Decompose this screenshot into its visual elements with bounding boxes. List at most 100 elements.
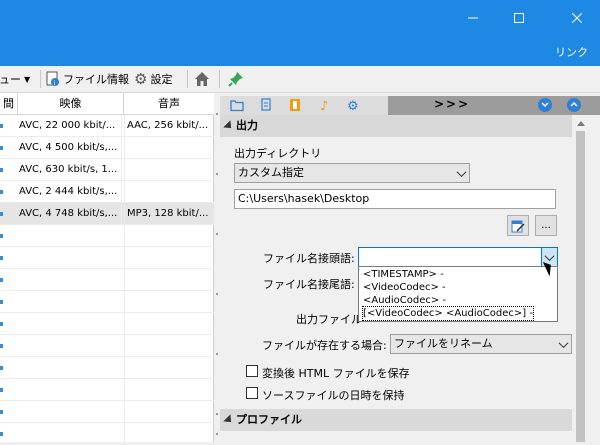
chevron-down-icon xyxy=(541,102,549,108)
row-marker xyxy=(0,190,3,194)
column-divider xyxy=(124,115,125,442)
toolbar: ビュー ▼ i ファイル情報 ⚙ 設定 xyxy=(0,66,600,93)
maximize-icon xyxy=(514,13,524,23)
music-note-icon[interactable]: ♪ xyxy=(318,98,332,112)
output-dir-label: 出力ディレクトリ xyxy=(234,147,322,160)
empty-row xyxy=(0,357,214,379)
home-icon xyxy=(195,72,209,86)
chevron-down-icon xyxy=(453,164,469,182)
file-exists-label: ファイルが存在する場合: xyxy=(262,339,387,352)
file-info-label: ファイル情報 xyxy=(63,73,129,86)
empty-row xyxy=(0,291,214,313)
output-dir-path-value: C:\Users\hasek\Desktop xyxy=(238,192,370,205)
maximize-button[interactable] xyxy=(496,0,542,36)
video-cell: AVC, 4 748 kbit/s,... xyxy=(18,203,122,225)
profile-section-header[interactable]: プロファイル xyxy=(220,409,572,431)
title-bar xyxy=(0,0,600,36)
column-header-duration[interactable]: 間 xyxy=(0,93,18,115)
edit-document-icon xyxy=(511,220,525,232)
file-exists-select[interactable]: ファイルをリネーム xyxy=(390,334,572,354)
dropdown-option[interactable]: <VideoCodec> - xyxy=(363,281,446,294)
row-marker xyxy=(0,212,3,216)
scroll-up-icon[interactable] xyxy=(577,121,585,126)
svg-text:⚙: ⚙ xyxy=(347,99,359,112)
file-info-icon: i xyxy=(46,71,59,87)
link-menu[interactable]: リンク xyxy=(555,44,588,60)
close-button[interactable] xyxy=(554,0,600,36)
column-header-audio[interactable]: 音声 xyxy=(124,93,214,115)
keep-date-checkbox[interactable] xyxy=(246,387,258,399)
empty-row xyxy=(0,225,214,247)
dropdown-option[interactable]: <TIMESTAMP> - xyxy=(363,268,444,281)
collapse-triangle-icon xyxy=(223,120,235,132)
panel-tab-strip: ♪ ⚙ >>> xyxy=(220,93,600,115)
prefix-select[interactable] xyxy=(358,247,558,267)
save-html-checkbox[interactable] xyxy=(246,365,258,377)
document-icon[interactable] xyxy=(259,98,273,112)
close-icon xyxy=(572,13,582,23)
empty-row xyxy=(0,401,214,423)
more-tabs-button[interactable]: >>> xyxy=(434,97,470,111)
collapse-all-button[interactable] xyxy=(538,98,552,112)
empty-row xyxy=(0,335,214,357)
audio-cell: MP3, 128 kbit/... xyxy=(127,208,209,219)
video-cell: AVC, 2 444 kbit/s,... xyxy=(18,181,122,203)
prefix-label: ファイル名接頭語: xyxy=(263,252,355,265)
profile-section-title: プロファイル xyxy=(236,413,302,426)
empty-row xyxy=(0,379,214,401)
audio-cell xyxy=(124,181,214,203)
vertical-scrollbar[interactable] xyxy=(572,115,589,442)
file-info-button[interactable]: i ファイル情報 xyxy=(46,69,129,89)
pin-icon xyxy=(228,72,243,87)
file-exists-value: ファイルをリネーム xyxy=(394,337,493,350)
table-row[interactable]: AVC, 630 kbit/s, 1... xyxy=(0,159,214,181)
settings-button[interactable]: ⚙ 設定 xyxy=(134,69,172,89)
empty-row xyxy=(0,269,214,291)
output-section-title: 出力 xyxy=(236,119,258,132)
toolbar-separator xyxy=(40,70,41,88)
view-label: ビュー xyxy=(0,73,21,86)
toolbar-separator xyxy=(219,70,220,88)
output-dir-path-input[interactable]: C:\Users\hasek\Desktop xyxy=(234,189,556,209)
dropdown-option[interactable]: <AudioCodec> - xyxy=(363,294,446,307)
keep-date-label: ソースファイルの日時を保持 xyxy=(262,389,405,402)
audio-cell xyxy=(124,137,214,159)
expand-all-button[interactable] xyxy=(567,98,581,112)
film-icon[interactable] xyxy=(288,98,302,112)
folder-icon[interactable] xyxy=(230,98,244,112)
chevron-down-icon: ▼ xyxy=(24,74,31,84)
tab-group xyxy=(220,96,388,115)
prefix-dropdown-list: <TIMESTAMP> - <VideoCodec> - <AudioCodec… xyxy=(358,266,558,322)
row-marker xyxy=(0,124,3,128)
table-row[interactable]: AVC, 2 444 kbit/s,... xyxy=(0,181,214,203)
column-header-video[interactable]: 映像 xyxy=(18,93,124,115)
output-dir-mode-select[interactable]: カスタム指定 xyxy=(234,163,470,183)
row-marker xyxy=(0,168,3,172)
scroll-thumb[interactable] xyxy=(576,131,585,442)
list-header: 間 映像 音声 xyxy=(0,93,214,115)
gear-icon: ⚙ xyxy=(134,70,148,88)
file-list: 間 映像 音声 AVC, 22 000 kbit/... AAC, 256 kb… xyxy=(0,93,214,445)
panel-edge xyxy=(589,115,600,442)
output-section-header[interactable]: 出力 xyxy=(220,115,572,137)
video-cell: AVC, 22 000 kbit/... xyxy=(18,115,122,137)
empty-row xyxy=(0,247,214,269)
minimize-button[interactable] xyxy=(450,0,496,36)
edit-path-button[interactable] xyxy=(507,215,529,236)
table-row[interactable]: AVC, 4 748 kbit/s,... MP3, 128 kbit/... xyxy=(0,203,214,225)
tab-overflow-bar: >>> xyxy=(388,96,600,115)
home-button[interactable] xyxy=(194,69,210,89)
audio-cell: AAC, 256 kbit/... xyxy=(127,120,209,131)
toolbar-separator xyxy=(187,70,188,88)
view-menu-button[interactable]: ビュー ▼ xyxy=(0,69,30,89)
chevron-up-icon xyxy=(570,101,578,107)
row-marker xyxy=(0,146,3,150)
table-row[interactable]: AVC, 4 500 kbit/s,... xyxy=(0,137,214,159)
chevron-down-icon xyxy=(555,335,571,353)
table-row[interactable]: AVC, 22 000 kbit/... AAC, 256 kbit/... xyxy=(0,115,214,137)
gear-tab-icon[interactable]: ⚙ xyxy=(347,98,361,112)
dropdown-option[interactable]: [<VideoCodec> <AudioCodec>] - xyxy=(362,306,534,321)
browse-button[interactable]: ... xyxy=(535,215,557,236)
pin-button[interactable] xyxy=(228,69,244,89)
output-file-label: 出力ファイル xyxy=(296,313,362,326)
